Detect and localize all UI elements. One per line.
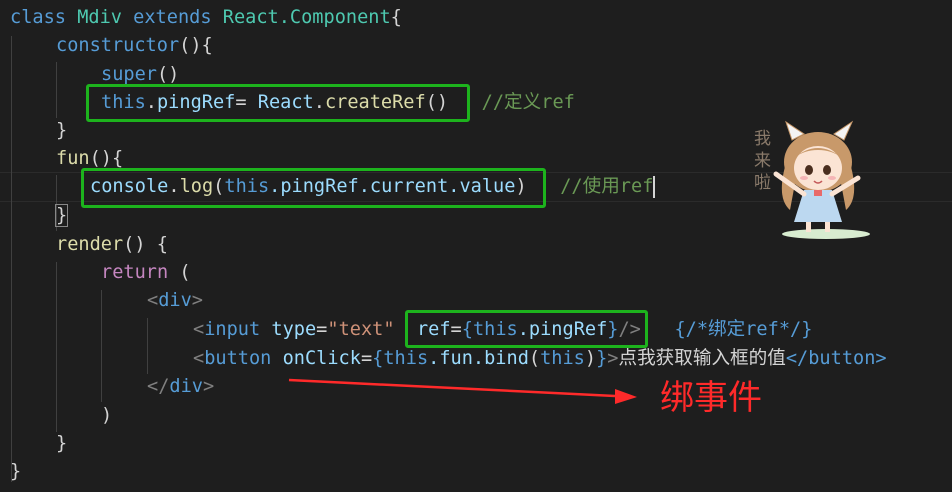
punctuation: ) — [101, 405, 113, 426]
property: .fun.bind — [428, 348, 529, 369]
code-line-2: constructor(){ — [56, 32, 213, 60]
punctuation: () — [156, 64, 180, 85]
code-line-8: } — [54, 202, 69, 230]
tag-bracket: </ — [147, 376, 170, 397]
tag-name: div — [169, 376, 203, 397]
operator: = — [360, 348, 373, 369]
cartoon-girl-sticker — [773, 120, 870, 239]
punctuation: ) — [584, 348, 597, 369]
code-line-10: return ( — [101, 259, 191, 287]
base-class: React.Component — [222, 7, 391, 28]
indent-guide — [11, 36, 12, 482]
jsx-text: 点我获取输入框的值 — [618, 348, 786, 369]
method-name: render — [56, 234, 124, 255]
indent-guide — [147, 318, 148, 374]
class-name: Mdiv — [77, 7, 122, 28]
keyword: this — [383, 348, 429, 369]
tag-bracket: < — [193, 319, 205, 340]
method-name: fun — [56, 148, 90, 169]
code-line-9: render() { — [56, 231, 168, 259]
code-line-14: </div> — [147, 373, 214, 401]
indent-guide — [56, 62, 57, 118]
attribute-name: type — [271, 319, 317, 340]
tag-bracket: < — [193, 348, 205, 369]
tag-name: input — [204, 319, 261, 340]
attribute-name: onClick — [282, 348, 361, 369]
annotation-label: 绑事件 — [660, 378, 762, 418]
punctuation: ( — [168, 262, 191, 283]
tag-bracket: > — [191, 290, 203, 311]
tag-name: </button> — [785, 348, 887, 369]
code-line-13: <button onClick={this.fun.bind(this)}>点我… — [193, 345, 887, 373]
comment: //使用ref — [560, 176, 654, 197]
brace: } — [10, 461, 22, 482]
tag-name: div — [158, 290, 192, 311]
code-line-15: ) — [101, 402, 112, 430]
tag-name: button — [204, 348, 272, 369]
tag-bracket: > — [202, 376, 215, 397]
tag-bracket: > — [607, 348, 619, 369]
highlight-box-createref — [86, 84, 470, 122]
brace: } — [56, 433, 68, 454]
keyword: class — [10, 7, 66, 28]
attribute-value: "text" — [327, 319, 395, 340]
punctuation: ( — [528, 348, 541, 369]
code-line-11: <div> — [147, 287, 203, 315]
code-line-16: } — [56, 430, 67, 458]
highlight-box-ref-attr — [405, 310, 648, 348]
highlight-box-console-log — [81, 168, 546, 208]
keyword: super — [101, 64, 157, 85]
brace: } — [54, 204, 69, 227]
indent-guide — [56, 262, 57, 432]
code-line-1: class Mdiv extends React.Component{ — [10, 4, 402, 32]
keyword: return — [101, 262, 169, 283]
operator: = — [316, 319, 328, 340]
brace: { — [372, 348, 384, 369]
keyword: extends — [133, 7, 212, 28]
punctuation: (){ — [179, 35, 213, 56]
text-cursor — [653, 175, 656, 198]
brace: } — [596, 348, 608, 369]
code-line-5: } — [56, 117, 67, 145]
keyword: this — [540, 348, 585, 369]
punctuation: (){ — [89, 148, 124, 169]
tag-bracket: < — [147, 290, 159, 311]
brace: { — [390, 7, 402, 28]
code-line-17: } — [10, 458, 21, 486]
indent-guide — [101, 290, 102, 402]
comment: {/*绑定ref*/} — [674, 319, 813, 340]
brace: } — [56, 120, 68, 141]
punctuation: () { — [123, 234, 168, 255]
method-name: constructor — [56, 35, 180, 56]
comment: //定义ref — [481, 92, 575, 113]
arrow-icon — [288, 378, 637, 404]
